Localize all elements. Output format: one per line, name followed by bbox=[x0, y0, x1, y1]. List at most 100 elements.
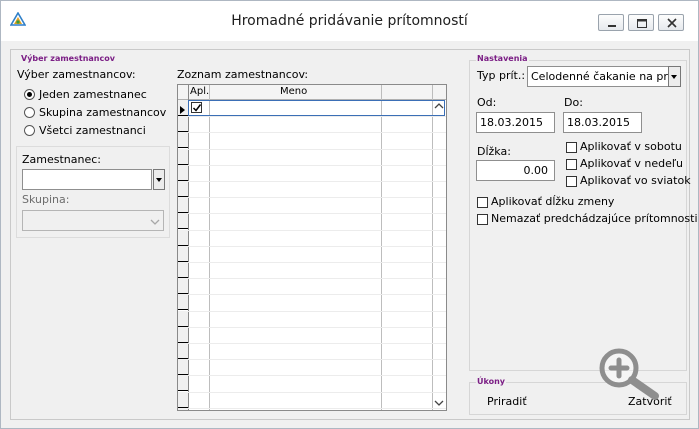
radio-skupina-label[interactable]: Skupina zamestnancov bbox=[39, 106, 166, 120]
app-window: Hromadné pridávanie prítomností Výber za… bbox=[0, 0, 699, 429]
check-icon bbox=[192, 104, 202, 112]
dlzka-label: Dĺžka: bbox=[477, 145, 511, 158]
grid-row-line bbox=[188, 327, 446, 328]
zamestnanec-label: Zamestnanec: bbox=[22, 153, 102, 166]
column-header-meno[interactable]: Meno bbox=[280, 85, 307, 100]
nemazat-label[interactable]: Nemazať predchádzajúce prítomnosti bbox=[491, 212, 698, 226]
typ-label: Typ prít.: bbox=[477, 69, 526, 82]
grid-column-divider bbox=[188, 85, 189, 410]
vyber-group-title: Výber zamestnancov bbox=[20, 54, 116, 64]
row-indicator[interactable] bbox=[178, 132, 188, 148]
grid-row-line bbox=[188, 262, 446, 263]
vyber-label: Výber zamestnancov: bbox=[17, 68, 136, 81]
row-indicator[interactable] bbox=[178, 359, 188, 375]
do-label: Do: bbox=[564, 96, 583, 109]
row-indicator[interactable] bbox=[178, 408, 188, 410]
minimize-icon bbox=[608, 25, 616, 27]
grid-row-line bbox=[188, 343, 446, 344]
nedela-checkbox[interactable] bbox=[566, 159, 577, 170]
grid-column-divider bbox=[432, 85, 433, 410]
dlzka-input[interactable]: 0.00 bbox=[476, 160, 555, 181]
radio-skupina-zamestnancov[interactable] bbox=[24, 107, 35, 118]
nedela-label[interactable]: Aplikovať v nedeľu bbox=[580, 157, 683, 171]
minimize-button[interactable] bbox=[598, 14, 624, 31]
table-row[interactable] bbox=[188, 100, 445, 116]
row-indicator[interactable] bbox=[178, 165, 188, 181]
row-indicator[interactable] bbox=[178, 116, 188, 132]
dlzku-zmeny-label[interactable]: Aplikovať dĺžku zmeny bbox=[491, 195, 614, 209]
column-header-apl[interactable]: Apl. bbox=[190, 85, 209, 100]
row-indicator[interactable] bbox=[178, 230, 188, 246]
sobota-label[interactable]: Aplikovať v sobotu bbox=[580, 140, 682, 154]
nemazat-checkbox[interactable] bbox=[477, 214, 488, 225]
row-indicator[interactable] bbox=[178, 294, 188, 310]
row-indicator[interactable] bbox=[178, 246, 188, 262]
grid-row-line bbox=[188, 392, 446, 393]
apl-checkbox[interactable] bbox=[191, 102, 202, 113]
row-indicator[interactable] bbox=[178, 181, 188, 197]
window-title: Hromadné pridávanie prítomností bbox=[231, 13, 468, 29]
radio-jeden-zamestnanec[interactable] bbox=[24, 89, 35, 100]
sobota-checkbox[interactable] bbox=[566, 142, 577, 153]
grid-row-line bbox=[188, 246, 446, 247]
skupina-combo[interactable] bbox=[22, 210, 164, 231]
dlzku-zmeny-checkbox[interactable] bbox=[477, 197, 488, 208]
sviatok-checkbox[interactable] bbox=[566, 176, 577, 187]
scroll-up-icon[interactable] bbox=[433, 100, 445, 112]
typ-dropdown-button[interactable] bbox=[668, 66, 681, 87]
maximize-button[interactable] bbox=[628, 14, 654, 31]
grid-row-line bbox=[188, 230, 446, 231]
zoom-in-icon[interactable] bbox=[595, 346, 675, 403]
row-indicator[interactable] bbox=[178, 327, 188, 343]
od-date-input[interactable]: 18.03.2015 bbox=[476, 112, 555, 133]
title-bar: Hromadné pridávanie prítomností bbox=[1, 1, 698, 41]
row-indicator[interactable] bbox=[178, 311, 188, 327]
grid-row-line bbox=[188, 149, 446, 150]
grid-column-divider bbox=[381, 85, 382, 410]
maximize-icon bbox=[637, 19, 647, 28]
zoznam-label: Zoznam zamestnancov: bbox=[177, 68, 309, 81]
radio-jeden-label[interactable]: Jeden zamestnanec bbox=[39, 88, 147, 102]
do-date-input[interactable]: 18.03.2015 bbox=[563, 112, 642, 133]
grid-column-divider bbox=[209, 85, 210, 410]
row-indicator[interactable] bbox=[178, 149, 188, 165]
chevron-down-icon bbox=[150, 216, 160, 229]
row-pointer-icon bbox=[180, 104, 186, 117]
grid-row-line bbox=[188, 116, 446, 117]
row-indicator[interactable] bbox=[178, 262, 188, 278]
grid-row-line bbox=[188, 181, 446, 182]
dialog-client-area: Výber zamestnancov Výber zamestnancov: J… bbox=[10, 49, 698, 420]
ukony-group-title: Úkony bbox=[476, 377, 507, 387]
row-indicator[interactable] bbox=[178, 278, 188, 294]
priradit-button[interactable]: Priradiť bbox=[487, 395, 527, 409]
typ-pritomnosti-combo[interactable]: Celodenné čakanie na prá bbox=[527, 66, 669, 87]
grid-row-line bbox=[188, 375, 446, 376]
row-indicator[interactable] bbox=[178, 343, 188, 359]
row-indicator[interactable] bbox=[178, 392, 188, 408]
scroll-down-icon[interactable] bbox=[433, 397, 445, 409]
grid-row-line bbox=[188, 165, 446, 166]
grid-row-line bbox=[188, 311, 446, 312]
sviatok-label[interactable]: Aplikovať vo sviatok bbox=[580, 174, 691, 188]
nastavenia-group-title: Nastavenia bbox=[476, 54, 529, 64]
close-button[interactable] bbox=[658, 14, 684, 31]
zamestnanec-dropdown-button[interactable] bbox=[153, 169, 165, 190]
grid-row-line bbox=[188, 197, 446, 198]
od-label: Od: bbox=[477, 96, 497, 109]
row-indicator[interactable] bbox=[178, 375, 188, 391]
radio-vsetci-zamestnanci[interactable] bbox=[24, 125, 35, 136]
row-indicator[interactable] bbox=[178, 197, 188, 213]
grid-row-line bbox=[188, 278, 446, 279]
grid-row-line bbox=[188, 408, 446, 409]
grid-row-line bbox=[188, 132, 446, 133]
radio-vsetci-label[interactable]: Všetci zamestnanci bbox=[39, 124, 146, 138]
row-indicator[interactable] bbox=[178, 213, 188, 229]
grid-row-line bbox=[188, 359, 446, 360]
skupina-label: Skupina: bbox=[22, 193, 70, 206]
zamestnanec-combo[interactable] bbox=[22, 169, 152, 190]
zoznam-grid[interactable]: Apl. Meno bbox=[177, 84, 447, 411]
grid-row-line bbox=[188, 294, 446, 295]
close-icon bbox=[667, 18, 677, 28]
grid-header bbox=[178, 85, 446, 100]
grid-row-line bbox=[188, 213, 446, 214]
